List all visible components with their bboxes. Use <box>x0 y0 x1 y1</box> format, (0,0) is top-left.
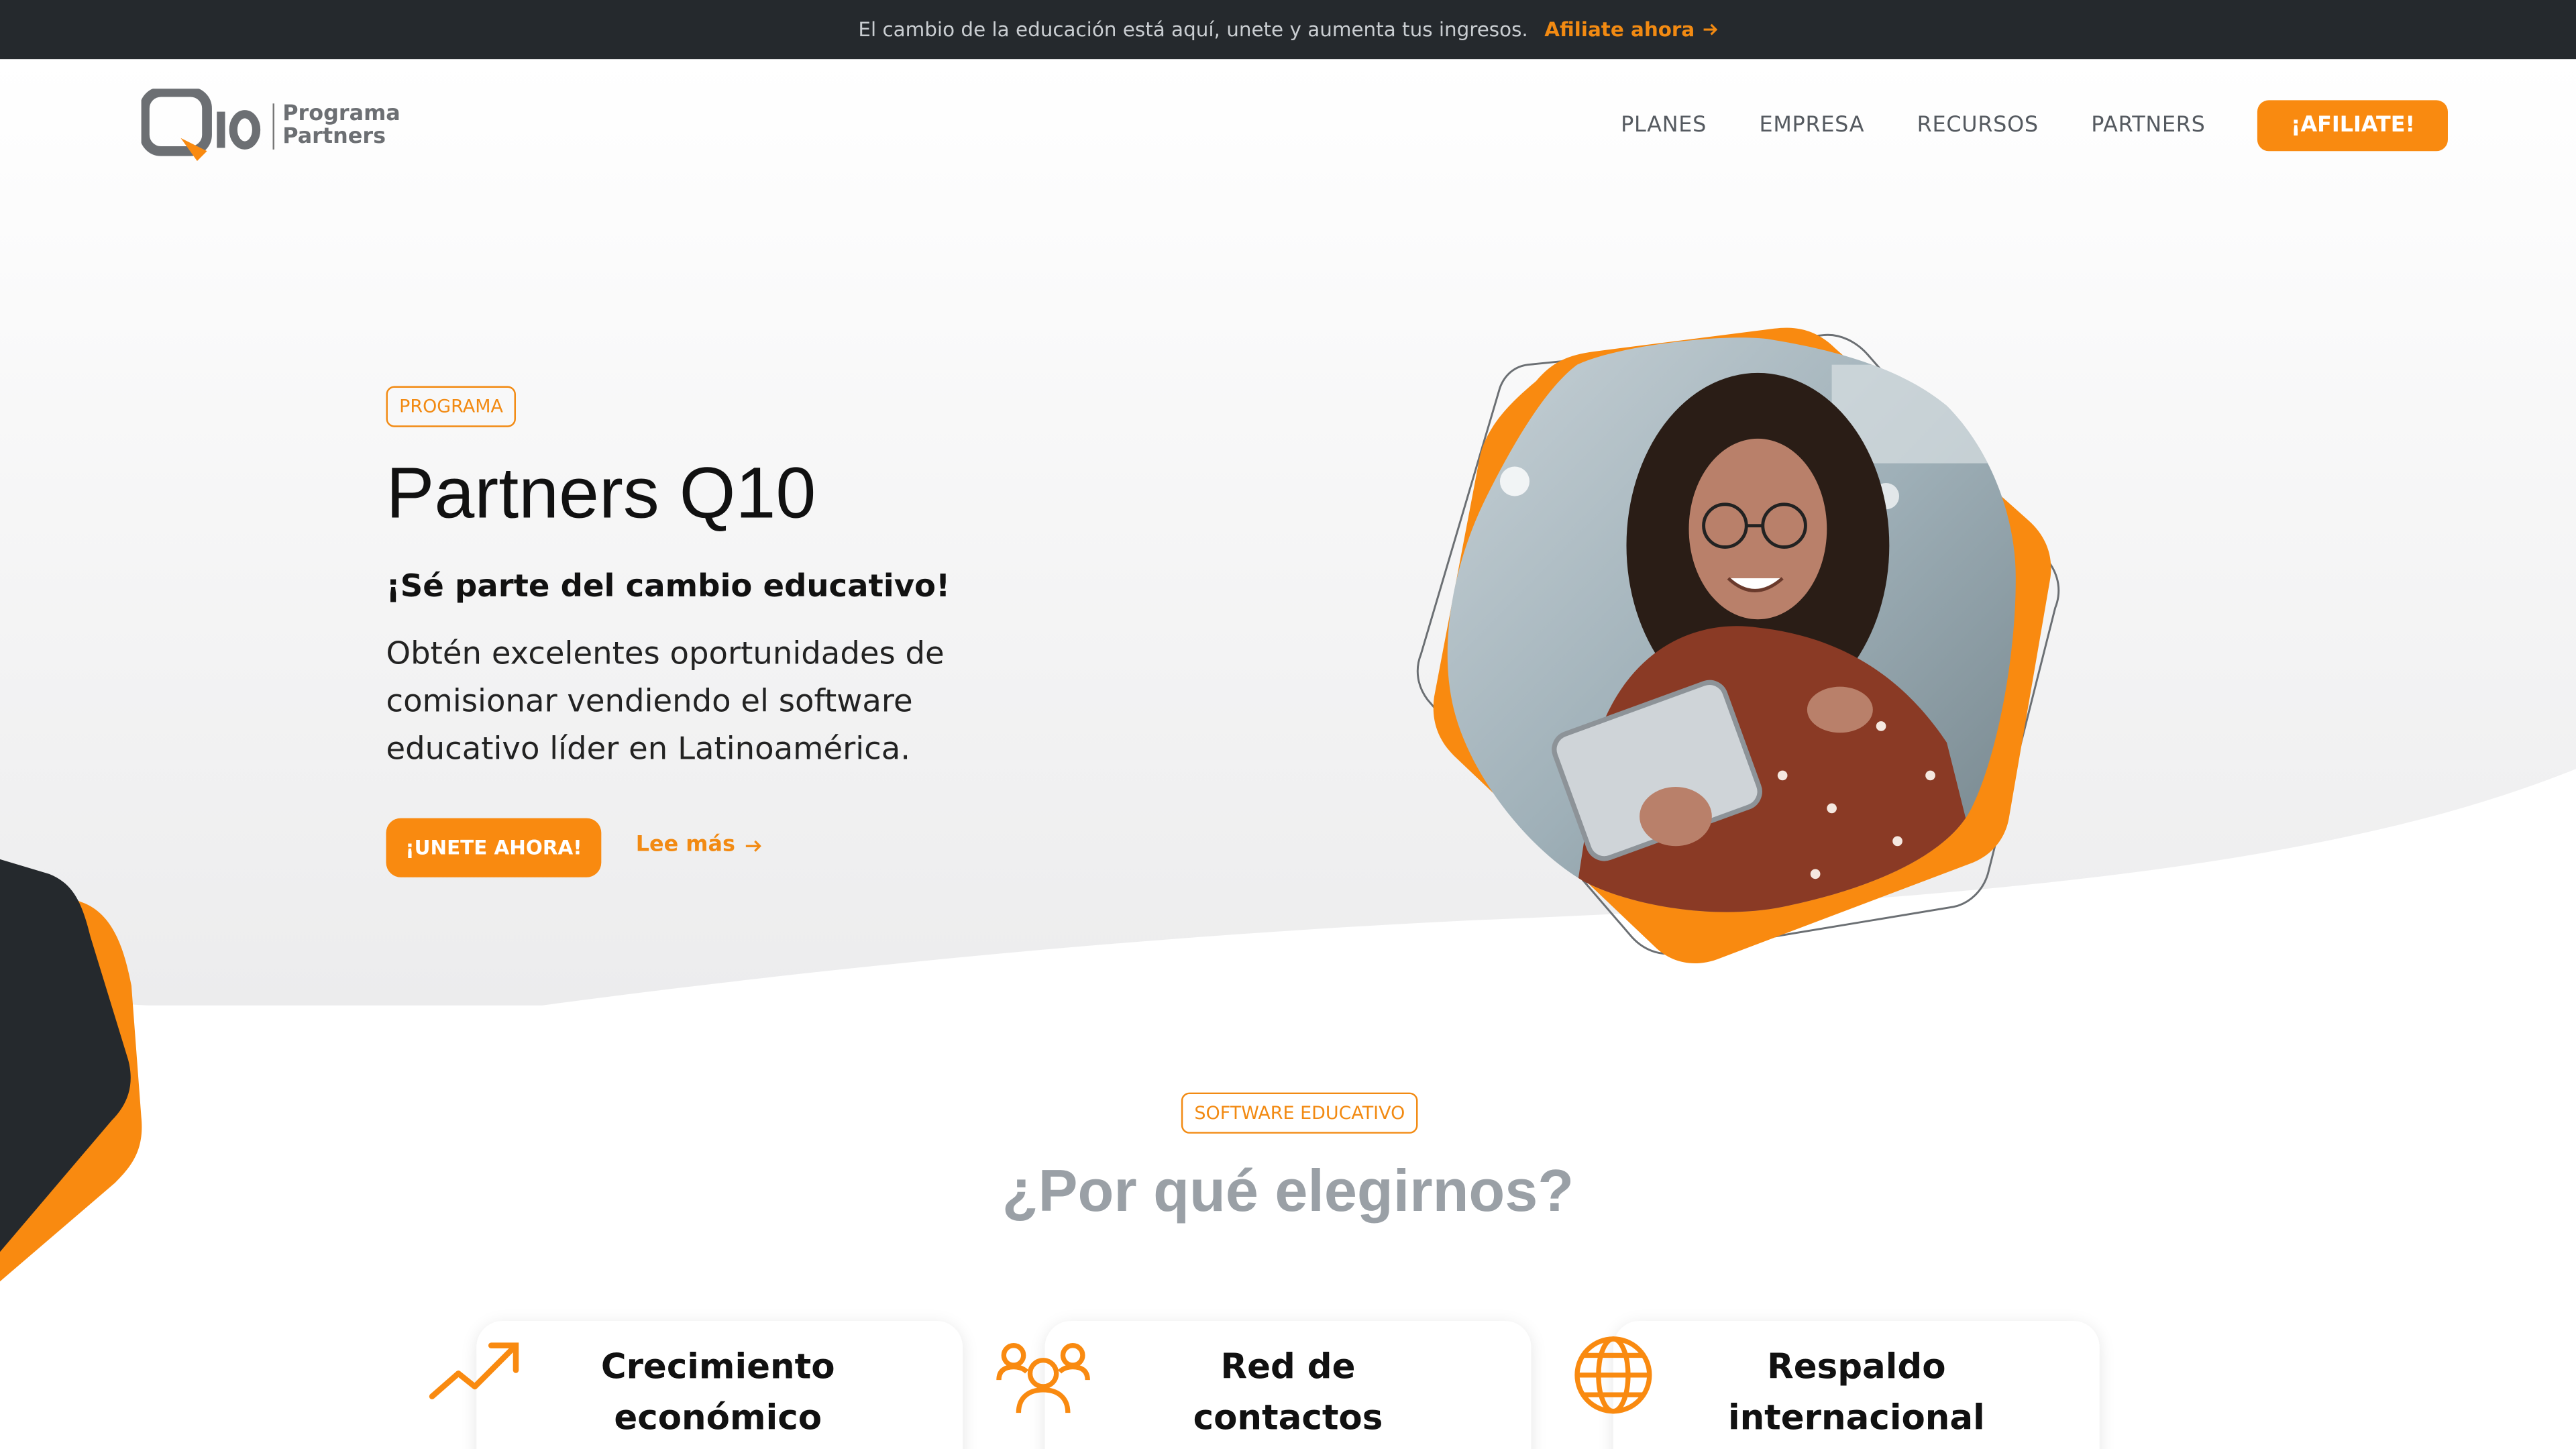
announcement-bar: El cambio de la educación está aquí, une… <box>0 0 2576 60</box>
q10-logo-mark <box>141 89 261 162</box>
feature-card-title: Respaldo internacional <box>1727 1347 1985 1438</box>
page: El cambio de la educación está aquí, une… <box>0 0 2576 1449</box>
logo-line-partners: Partners <box>282 125 386 150</box>
logo-text: Programa Partners <box>272 101 400 150</box>
feature-card-title: Crecimiento económico <box>600 1347 835 1438</box>
main-nav: PLANES EMPRESA RECURSOS PARTNERS ¡AFILIA… <box>1621 100 2448 152</box>
nav-item-empresa[interactable]: EMPRESA <box>1759 113 1864 138</box>
hero-description: Obtén excelentes oportunidades de comisi… <box>386 635 945 767</box>
hero-image <box>1416 327 2060 964</box>
globe-icon <box>1574 1336 1652 1414</box>
section-title: ¿Por qué elegirnos? <box>1002 1157 1574 1224</box>
join-now-button[interactable]: ¡UNETE AHORA! <box>386 818 602 877</box>
arrow-right-icon <box>1703 23 1717 36</box>
feature-card-title: Red de contactos <box>1193 1347 1383 1438</box>
nav-item-recursos[interactable]: RECURSOS <box>1917 113 2039 138</box>
arrow-right-icon <box>745 839 761 851</box>
hero-title: Partners Q10 <box>386 453 816 534</box>
hero-tag: PROGRAMA <box>386 386 517 427</box>
affiliate-now-link[interactable]: Afiliate ahora <box>1544 18 1717 41</box>
read-more-label: Lee más <box>635 833 735 858</box>
hero-subtitle: ¡Sé parte del cambio educativo! <box>386 568 951 605</box>
logo-line-programa: Programa <box>282 101 400 127</box>
users-icon <box>996 1343 1090 1413</box>
read-more-link[interactable]: Lee más <box>635 833 761 858</box>
trend-up-icon <box>429 1342 519 1399</box>
announcement-text: El cambio de la educación está aquí, une… <box>858 17 1528 42</box>
hero-background <box>0 59 2576 1006</box>
affiliate-now-label: Afiliate ahora <box>1544 17 1695 42</box>
nav-item-planes[interactable]: PLANES <box>1621 113 1707 138</box>
section-tag: SOFTWARE EDUCATIVO <box>1181 1092 1418 1134</box>
affiliate-button[interactable]: ¡AFILIATE! <box>2257 100 2448 152</box>
logo[interactable]: Programa Partners <box>141 89 400 164</box>
decorative-hexagon-left <box>0 859 142 1282</box>
nav-item-partners[interactable]: PARTNERS <box>2091 113 2205 138</box>
